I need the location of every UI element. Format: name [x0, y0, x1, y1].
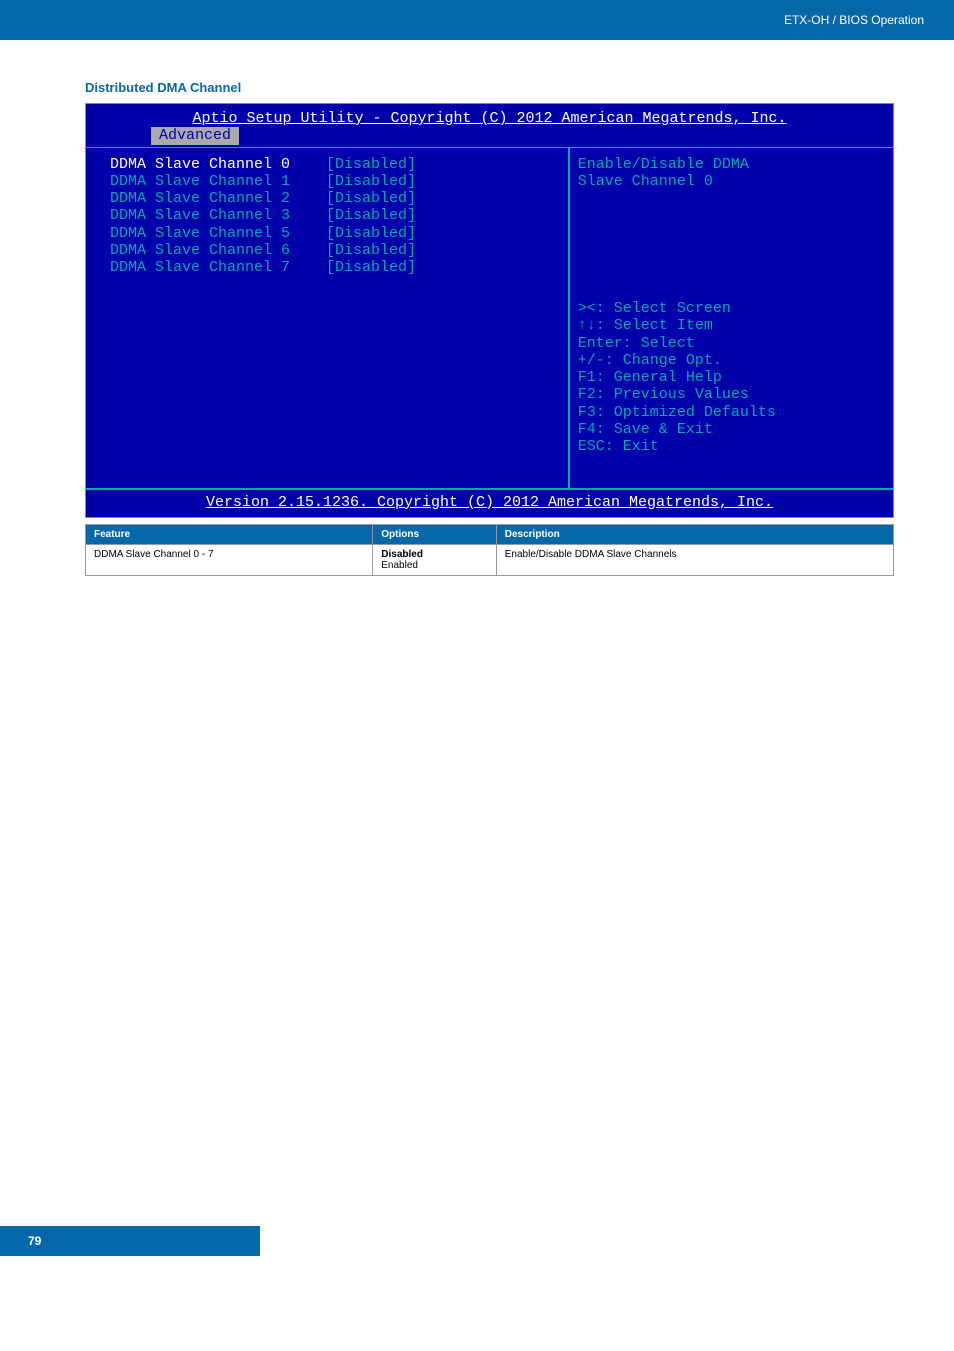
table-header-row: Feature Options Description: [86, 524, 894, 544]
bios-version-footer: Version 2.15.1236. Copyright (C) 2012 Am…: [86, 488, 893, 517]
bios-item-value: [Disabled]: [326, 156, 416, 173]
table-row: DDMA Slave Channel 0 - 7 Disabled Enable…: [86, 544, 894, 575]
page-content: Distributed DMA Channel Aptio Setup Util…: [0, 40, 954, 596]
bios-item-label: DDMA Slave Channel 2: [110, 190, 290, 207]
bios-body: DDMA Slave Channel 0 [Disabled] DDMA Sla…: [86, 147, 893, 488]
bios-utility-title: Aptio Setup Utility - Copyright (C) 2012…: [86, 104, 893, 127]
top-header-bar: ETX-OH / BIOS Operation: [0, 0, 954, 40]
td-description: Enable/Disable DDMA Slave Channels: [496, 544, 893, 575]
page-footer: 79: [0, 1226, 954, 1256]
bios-item[interactable]: DDMA Slave Channel 1 [Disabled]: [110, 173, 568, 190]
bios-item-value: [Disabled]: [326, 173, 416, 190]
bios-item-label: DDMA Slave Channel 7: [110, 259, 290, 276]
bios-item[interactable]: DDMA Slave Channel 2 [Disabled]: [110, 190, 568, 207]
td-options: Disabled Enabled: [373, 544, 496, 575]
bios-key-line: F4: Save & Exit: [578, 421, 883, 438]
bios-key-line: ESC: Exit: [578, 438, 883, 455]
bios-item[interactable]: DDMA Slave Channel 6 [Disabled]: [110, 242, 568, 259]
bios-tab-advanced[interactable]: Advanced: [151, 127, 239, 144]
bios-item[interactable]: DDMA Slave Channel 0 [Disabled]: [110, 156, 568, 173]
bios-help-pane: Enable/Disable DDMA Slave Channel 0 ><: …: [570, 148, 893, 488]
bios-tab-row: Advanced: [86, 127, 893, 146]
bios-key-line: F3: Optimized Defaults: [578, 404, 883, 421]
bios-item-label: DDMA Slave Channel 0: [110, 156, 290, 173]
bios-key-line: ↑↓: Select Item: [578, 317, 883, 334]
bios-screen: Aptio Setup Utility - Copyright (C) 2012…: [85, 103, 894, 518]
page-number: 79: [28, 1234, 41, 1248]
th-description: Description: [496, 524, 893, 544]
bios-item-value: [Disabled]: [326, 259, 416, 276]
th-options: Options: [373, 524, 496, 544]
bios-item-value: [Disabled]: [326, 190, 416, 207]
bios-item-label: DDMA Slave Channel 3: [110, 207, 290, 224]
bios-key-line: F1: General Help: [578, 369, 883, 386]
bios-item-label: DDMA Slave Channel 5: [110, 225, 290, 242]
section-title: Distributed DMA Channel: [85, 80, 894, 95]
option-bold: Disabled: [381, 549, 487, 560]
page-footer-bar: 79: [0, 1226, 260, 1256]
bios-item-value: [Disabled]: [326, 242, 416, 259]
bios-item-label: DDMA Slave Channel 1: [110, 173, 290, 190]
breadcrumb: ETX-OH / BIOS Operation: [784, 13, 924, 27]
bios-item-value: [Disabled]: [326, 225, 416, 242]
bios-key-line: F2: Previous Values: [578, 386, 883, 403]
th-feature: Feature: [86, 524, 373, 544]
bios-item-label: DDMA Slave Channel 6: [110, 242, 290, 259]
feature-table: Feature Options Description DDMA Slave C…: [85, 524, 894, 576]
td-feature: DDMA Slave Channel 0 - 7: [86, 544, 373, 575]
bios-item-value: [Disabled]: [326, 207, 416, 224]
bios-key-help: ><: Select Screen ↑↓: Select Item Enter:…: [578, 300, 883, 455]
bios-key-line: +/-: Change Opt.: [578, 352, 883, 369]
bios-item[interactable]: DDMA Slave Channel 5 [Disabled]: [110, 225, 568, 242]
bios-key-line: Enter: Select: [578, 335, 883, 352]
bios-help-line: Slave Channel 0: [578, 173, 883, 190]
bios-help-line: Enable/Disable DDMA: [578, 156, 883, 173]
bios-item[interactable]: DDMA Slave Channel 7 [Disabled]: [110, 259, 568, 276]
bios-settings-pane: DDMA Slave Channel 0 [Disabled] DDMA Sla…: [86, 148, 570, 488]
bios-item[interactable]: DDMA Slave Channel 3 [Disabled]: [110, 207, 568, 224]
option-plain: Enabled: [381, 560, 487, 571]
bios-key-line: ><: Select Screen: [578, 300, 883, 317]
